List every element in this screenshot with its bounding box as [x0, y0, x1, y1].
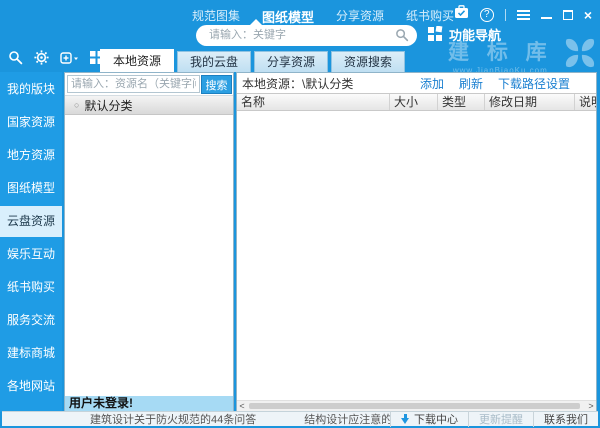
sidebar-item[interactable]: 云盘资源	[0, 206, 62, 237]
tree-item[interactable]: ○ 默认分类	[65, 96, 233, 115]
news-link[interactable]: 结构设计应注意的问题（下）	[304, 411, 390, 427]
top-nav: 规范图集 图纸模型 分享资源 纸书购买	[192, 7, 454, 26]
list-action-link[interactable]: 下载路径设置	[498, 75, 570, 92]
top-nav-item[interactable]: 分享资源	[336, 7, 384, 26]
scroll-right-icon[interactable]: >	[586, 401, 596, 411]
sidebar: 我的版块国家资源地方资源图纸模型云盘资源娱乐互动纸书购买服务交流建标商城各地网站…	[0, 72, 62, 412]
horizontal-scrollbar[interactable]: < >	[237, 400, 596, 411]
top-nav-item[interactable]: 规范图集	[192, 7, 240, 26]
scrollbar-thumb[interactable]	[249, 403, 580, 409]
table-header-row: 名称大小类型修改日期说明	[237, 93, 596, 111]
news-ticker: 建筑设计关于防火规范的44条问答结构设计应注意的问题（下）建筑安全玻璃	[90, 411, 390, 427]
news-link[interactable]: 建筑设计关于防火规范的44条问答	[90, 411, 256, 427]
table-column-header[interactable]: 大小	[390, 94, 438, 110]
sidebar-item[interactable]: 图纸模型	[0, 173, 62, 204]
scroll-left-icon[interactable]: <	[237, 401, 247, 411]
tree-bullet-icon: ○	[74, 100, 79, 110]
table-column-header[interactable]: 名称	[237, 94, 390, 110]
category-search-bar: 搜索	[65, 73, 233, 96]
sidebar-item[interactable]: 服务交流	[0, 305, 62, 336]
app-window: 规范图集图纸模型分享资源纸书购买 ? ×	[0, 0, 600, 428]
menu-icon[interactable]	[517, 10, 530, 20]
resource-list-panel: 本地资源：\默认分类 添加刷新下载路径设置 名称大小类型修改日期说明 < >	[236, 72, 597, 412]
table-column-header[interactable]: 说明	[575, 94, 596, 110]
resource-tab[interactable]: 我的云盘	[177, 51, 251, 72]
maximize-icon[interactable]	[563, 10, 573, 20]
function-nav-button[interactable]: 功能导航	[428, 25, 501, 44]
status-link[interactable]: 更新提醒	[468, 411, 533, 427]
status-link-label: 下载中心	[414, 411, 458, 427]
status-bar: 建筑设计关于防火规范的44条问答结构设计应注意的问题（下）建筑安全玻璃 下载中心…	[2, 411, 598, 426]
title-bar: 规范图集 图纸模型 分享资源 纸书购买 ? ×	[0, 0, 600, 26]
resource-tab[interactable]: 分享资源	[254, 51, 328, 72]
help-icon[interactable]: ?	[480, 8, 494, 22]
category-panel: 搜索 ○ 默认分类 用户未登录!	[64, 72, 234, 412]
category-search-input[interactable]	[67, 75, 200, 93]
global-search-input[interactable]	[209, 26, 387, 44]
table-column-header[interactable]: 修改日期	[485, 94, 575, 110]
table-column-header[interactable]: 类型	[438, 94, 485, 110]
resource-tabs: 本地资源我的云盘分享资源资源搜索	[100, 49, 405, 72]
category-tree: ○ 默认分类	[65, 96, 233, 115]
sidebar-item[interactable]: 我的版块	[0, 74, 62, 105]
top-nav-item[interactable]: 图纸模型	[262, 7, 314, 26]
status-links: 下载中心 更新提醒 联系我们	[390, 412, 598, 426]
controls-divider	[505, 9, 506, 21]
search-tool-icon[interactable]	[8, 50, 23, 70]
toolbox-icon[interactable]	[454, 5, 469, 24]
toolbar: 本地资源我的云盘分享资源资源搜索	[0, 46, 600, 72]
sidebar-item[interactable]: 地方资源	[0, 140, 62, 171]
sidebar-item[interactable]: 娱乐互动	[0, 239, 62, 270]
close-icon[interactable]: ×	[584, 8, 592, 22]
grid-icon	[428, 26, 443, 44]
sidebar-item[interactable]: 纸书购买	[0, 272, 62, 303]
tree-item-label: 默认分类	[84, 97, 132, 114]
status-link[interactable]: 下载中心	[390, 411, 468, 427]
list-action-link[interactable]: 刷新	[459, 75, 483, 92]
status-link[interactable]: 联系我们	[533, 411, 598, 427]
current-path-label: 本地资源：\默认分类	[237, 75, 420, 92]
sidebar-item[interactable]: 国家资源	[0, 107, 62, 138]
search-icon[interactable]	[395, 28, 409, 47]
top-nav-item[interactable]: 纸书购买	[406, 7, 454, 26]
add-pin-icon[interactable]	[60, 51, 79, 70]
gear-icon[interactable]	[34, 50, 49, 70]
resource-tab[interactable]: 资源搜索	[331, 51, 405, 72]
download-arrow-icon	[401, 414, 410, 424]
window-controls: ? ×	[454, 5, 592, 24]
category-search-button[interactable]: 搜索	[201, 75, 232, 94]
login-status[interactable]: 用户未登录!	[65, 396, 233, 411]
minimize-icon[interactable]	[541, 17, 552, 19]
resource-tab[interactable]: 本地资源	[100, 49, 174, 72]
status-link-label: 更新提醒	[479, 411, 523, 427]
status-link-label: 联系我们	[544, 411, 588, 427]
sidebar-item[interactable]: 建标商城	[0, 338, 62, 369]
list-header: 本地资源：\默认分类 添加刷新下载路径设置	[237, 73, 596, 93]
sidebar-item[interactable]: 各地网站	[0, 371, 62, 402]
global-search	[196, 25, 417, 46]
table-body	[237, 111, 596, 400]
function-nav-label: 功能导航	[449, 25, 501, 44]
list-actions: 添加刷新下载路径设置	[420, 75, 596, 92]
list-action-link[interactable]: 添加	[420, 75, 444, 92]
